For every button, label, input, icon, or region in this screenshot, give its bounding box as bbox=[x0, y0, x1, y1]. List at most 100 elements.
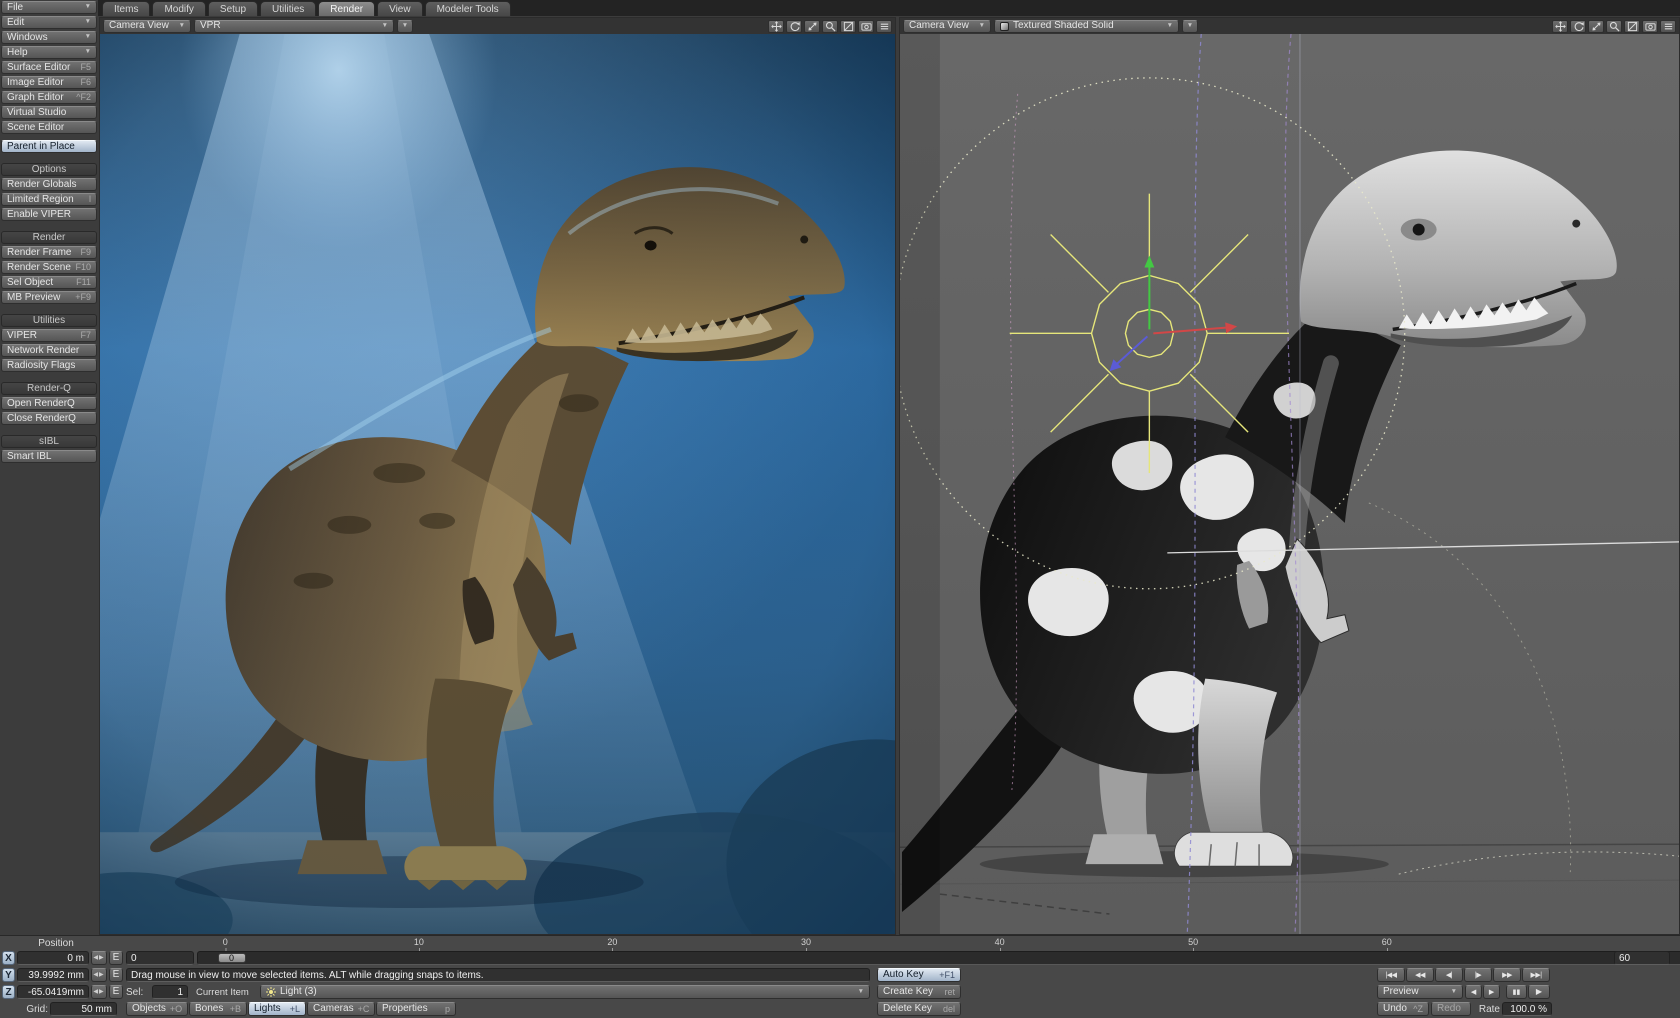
limited-region-button[interactable]: Limited Regionl bbox=[1, 193, 97, 206]
prev-frame-button[interactable]: ◀| bbox=[1435, 968, 1463, 982]
rotate-icon[interactable] bbox=[786, 20, 802, 33]
tab-setup[interactable]: Setup bbox=[208, 1, 258, 16]
y-envelope-button[interactable]: E bbox=[109, 968, 123, 982]
frame-slider-handle[interactable]: 0 bbox=[218, 953, 246, 963]
view-type-dropdown[interactable]: Camera View▼ bbox=[103, 20, 191, 33]
viewport-options-dropdown[interactable]: ▼ bbox=[397, 20, 413, 33]
render-frame-button[interactable]: Render FrameF9 bbox=[1, 246, 97, 259]
tab-view[interactable]: View bbox=[377, 1, 423, 16]
split-view-icon[interactable] bbox=[1624, 20, 1640, 33]
y-position-field[interactable]: 39.9992 mm bbox=[17, 968, 89, 982]
preview-step-back-button[interactable]: ◀ bbox=[1465, 985, 1482, 999]
menu-edit[interactable]: Edit▼ bbox=[1, 16, 97, 29]
viper-button[interactable]: VIPERF7 bbox=[1, 329, 97, 342]
x-nudge-stepper[interactable]: ◀▶ bbox=[91, 951, 107, 965]
status-bar: Drag mouse in view to move selected item… bbox=[126, 968, 870, 982]
end-frame-field[interactable]: 60 bbox=[1614, 951, 1670, 965]
properties-button[interactable]: Propertiesp bbox=[376, 1002, 456, 1016]
magnify-icon[interactable] bbox=[1606, 20, 1622, 33]
split-view-icon[interactable] bbox=[840, 20, 856, 33]
preview-dropdown[interactable]: Preview▼ bbox=[1377, 985, 1463, 999]
enable-viper-button[interactable]: Enable VIPER bbox=[1, 208, 97, 221]
lightwave-layout-window: File ▼ Items Modify Setup Utilities Rend… bbox=[0, 0, 1680, 1018]
go-first-frame-button[interactable]: |◀◀ bbox=[1377, 968, 1405, 982]
z-position-field[interactable]: -65.0419mm bbox=[17, 985, 89, 999]
next-frame-button[interactable]: |▶ bbox=[1464, 968, 1492, 982]
view-type-dropdown[interactable]: Camera View▼ bbox=[903, 20, 991, 33]
viewport-left: Camera View▼ VPR▼ ▼ bbox=[99, 17, 896, 935]
next-keyframe-button[interactable]: ▶▶ bbox=[1493, 968, 1521, 982]
start-frame-field[interactable]: 0 bbox=[126, 951, 194, 965]
auto-key-button[interactable]: Auto Key+F1 bbox=[877, 968, 961, 982]
y-axis-label[interactable]: Y bbox=[2, 968, 15, 982]
vpr-render-view[interactable] bbox=[100, 34, 895, 934]
cameras-mode-button[interactable]: Cameras+C bbox=[307, 1002, 375, 1016]
rotate-icon[interactable] bbox=[1570, 20, 1586, 33]
rate-field[interactable]: 100.0 % bbox=[1502, 1002, 1552, 1016]
menu-file[interactable]: File ▼ bbox=[1, 1, 97, 14]
timeline-ruler[interactable]: 0 10 20 30 40 50 60 bbox=[197, 936, 1610, 950]
delete-key-button[interactable]: Delete Keydel bbox=[877, 1002, 961, 1016]
viewport-options-dropdown[interactable]: ▼ bbox=[1182, 20, 1198, 33]
menu-windows[interactable]: Windows▼ bbox=[1, 31, 97, 44]
z-nudge-stepper[interactable]: ◀▶ bbox=[91, 985, 107, 999]
redo-button[interactable]: Redo bbox=[1431, 1002, 1471, 1016]
render-mode-dropdown[interactable]: Textured Shaded Solid▼ bbox=[994, 20, 1179, 33]
undo-button[interactable]: Undo^Z bbox=[1377, 1002, 1429, 1016]
parent-in-place-button[interactable]: Parent in Place bbox=[1, 140, 97, 153]
camera-toggle-icon[interactable] bbox=[1642, 20, 1658, 33]
viewport-menu-icon[interactable] bbox=[876, 20, 892, 33]
pan-icon[interactable] bbox=[768, 20, 784, 33]
render-scene-button[interactable]: Render SceneF10 bbox=[1, 261, 97, 274]
render-mode-dropdown[interactable]: VPR▼ bbox=[194, 20, 394, 33]
tab-render[interactable]: Render bbox=[318, 1, 375, 16]
render-globals-button[interactable]: Render Globals bbox=[1, 178, 97, 191]
surface-editor-button[interactable]: Surface EditorF5 bbox=[1, 61, 97, 74]
tab-items[interactable]: Items bbox=[102, 1, 150, 16]
zoom-icon[interactable] bbox=[1588, 20, 1604, 33]
prev-keyframe-button[interactable]: ◀◀ bbox=[1406, 968, 1434, 982]
tab-modeler-tools[interactable]: Modeler Tools bbox=[425, 1, 511, 16]
image-editor-button[interactable]: Image EditorF6 bbox=[1, 76, 97, 89]
open-renderq-button[interactable]: Open RenderQ bbox=[1, 397, 97, 410]
zoom-icon[interactable] bbox=[804, 20, 820, 33]
smart-ibl-button[interactable]: Smart IBL bbox=[1, 450, 97, 463]
radiosity-flags-button[interactable]: Radiosity Flags bbox=[1, 359, 97, 372]
current-item-dropdown[interactable]: Light (3) ▼ bbox=[260, 985, 870, 999]
preview-step-forward-button[interactable]: ▶ bbox=[1483, 985, 1500, 999]
close-renderq-button[interactable]: Close RenderQ bbox=[1, 412, 97, 425]
viewport-menu-icon[interactable] bbox=[1660, 20, 1676, 33]
play-button[interactable]: ▶ bbox=[1528, 985, 1550, 999]
pan-icon[interactable] bbox=[1552, 20, 1568, 33]
x-position-field[interactable]: 0 m bbox=[17, 951, 89, 965]
scene-editor-button[interactable]: Scene Editor bbox=[1, 121, 97, 134]
menu-help[interactable]: Help▼ bbox=[1, 46, 97, 59]
position-label: Position bbox=[16, 936, 96, 950]
graph-editor-button[interactable]: Graph Editor^F2 bbox=[1, 91, 97, 104]
frame-slider-track[interactable]: 0 bbox=[197, 951, 1680, 965]
y-nudge-stepper[interactable]: ◀▶ bbox=[91, 968, 107, 982]
magnify-icon[interactable] bbox=[822, 20, 838, 33]
create-key-button[interactable]: Create Keyret bbox=[877, 985, 961, 999]
bones-mode-button[interactable]: Bones+B bbox=[189, 1002, 247, 1016]
go-last-frame-button[interactable]: ▶▶| bbox=[1522, 968, 1550, 982]
grid-size-field[interactable]: 50 mm bbox=[50, 1002, 117, 1016]
network-render-button[interactable]: Network Render bbox=[1, 344, 97, 357]
z-envelope-button[interactable]: E bbox=[109, 985, 123, 999]
pause-button[interactable]: ▮▮ bbox=[1506, 985, 1527, 999]
sel-object-button[interactable]: Sel ObjectF11 bbox=[1, 276, 97, 289]
x-envelope-button[interactable]: E bbox=[109, 951, 123, 965]
z-axis-label[interactable]: Z bbox=[2, 985, 15, 999]
virtual-studio-button[interactable]: Virtual Studio bbox=[1, 106, 97, 119]
x-axis-label[interactable]: X bbox=[2, 951, 15, 965]
shaded-solid-view[interactable] bbox=[900, 34, 1679, 934]
lights-mode-button[interactable]: Lights+L bbox=[248, 1002, 306, 1016]
objects-mode-button[interactable]: Objects+O bbox=[126, 1002, 188, 1016]
grid-label: Grid: bbox=[4, 1002, 48, 1016]
camera-toggle-icon[interactable] bbox=[858, 20, 874, 33]
tab-utilities[interactable]: Utilities bbox=[260, 1, 316, 16]
mb-preview-button[interactable]: MB Preview+F9 bbox=[1, 291, 97, 304]
tab-modify[interactable]: Modify bbox=[152, 1, 205, 16]
rate-label: Rate bbox=[1474, 1002, 1500, 1016]
ruler-tick: 60 bbox=[1382, 937, 1392, 947]
